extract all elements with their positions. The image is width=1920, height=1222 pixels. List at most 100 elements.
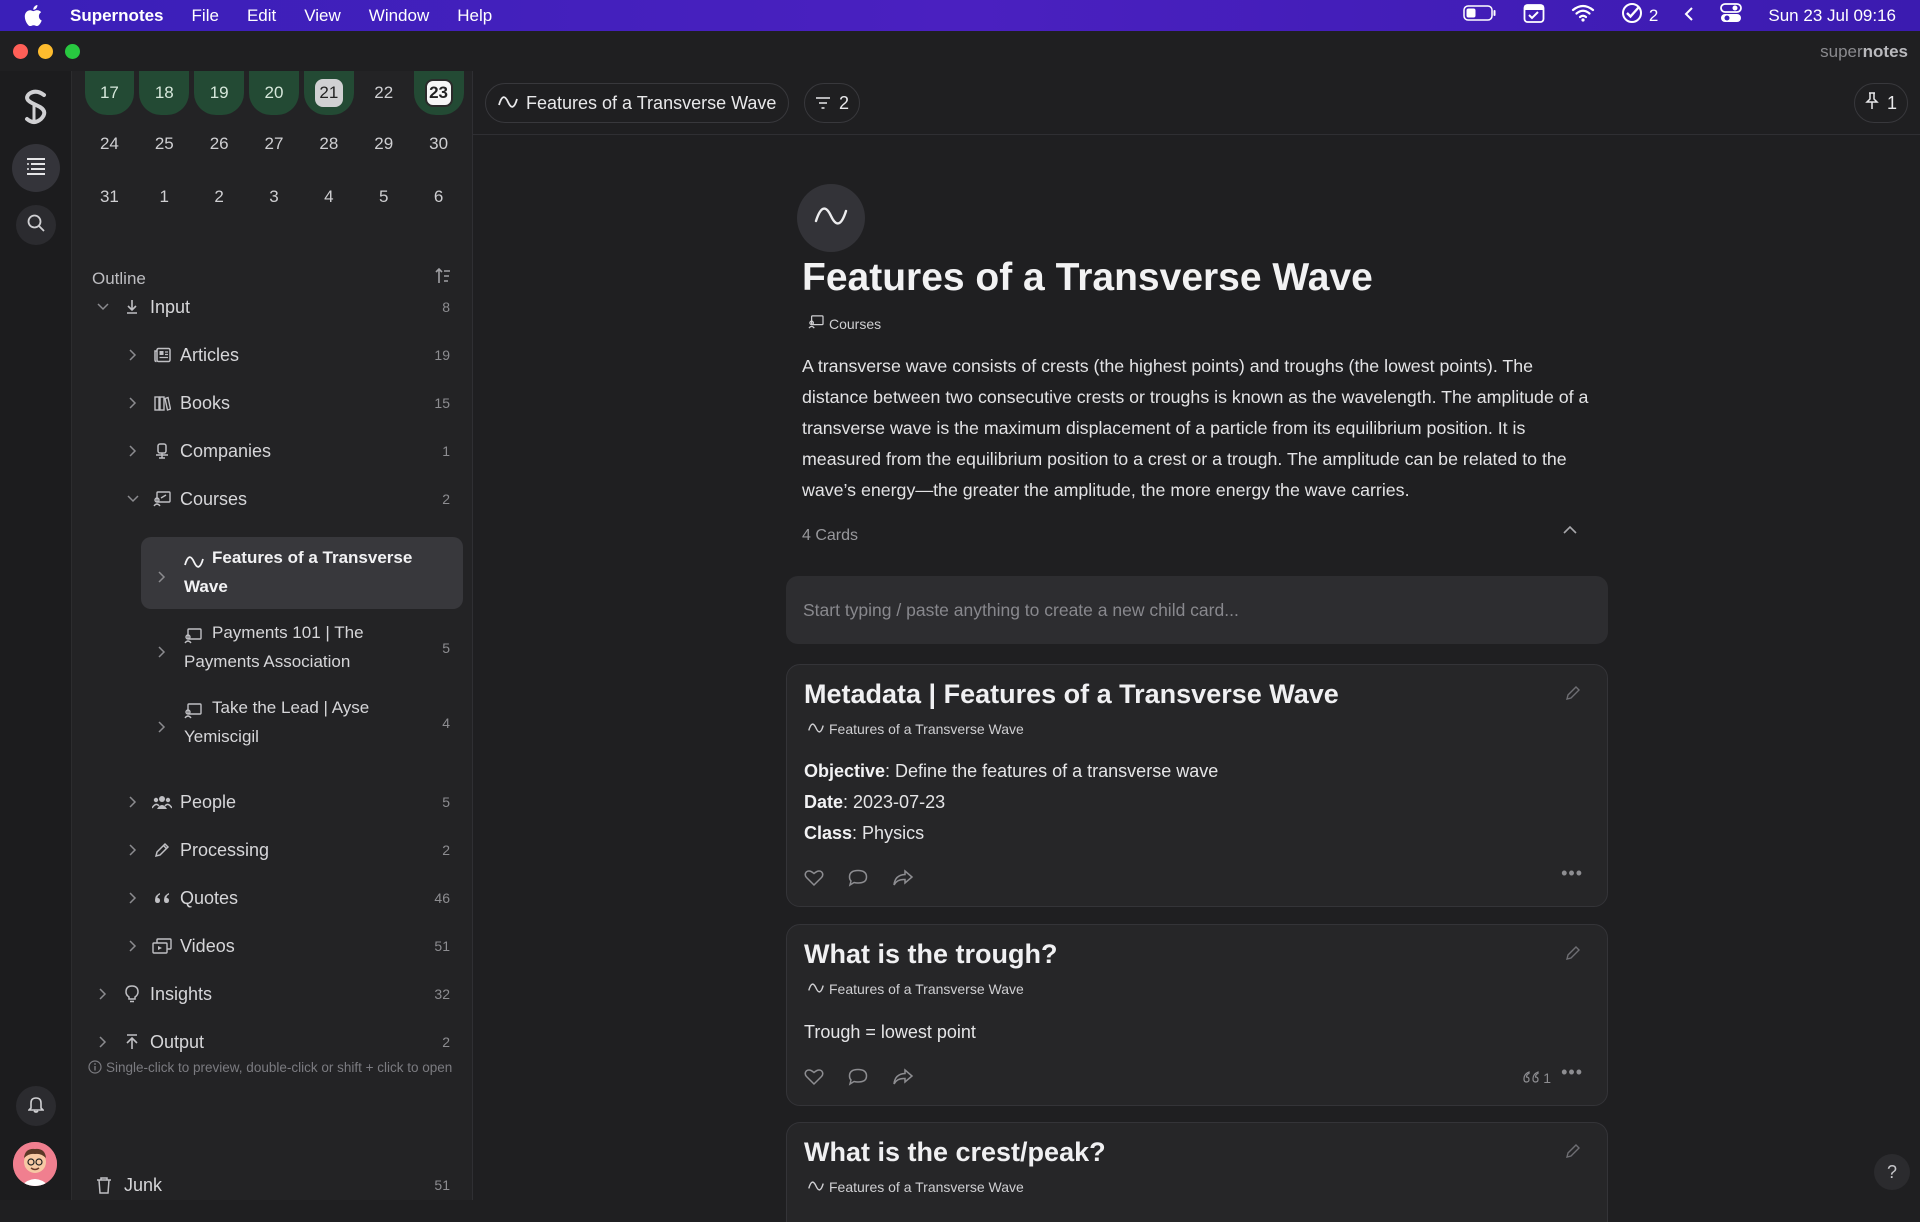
page-body[interactable]: A transverse wave consists of crests (th…	[802, 351, 1602, 506]
quote-count[interactable]: 1	[1523, 1070, 1551, 1086]
chevron-right-icon[interactable]	[126, 891, 140, 905]
wifi-icon[interactable]	[1571, 4, 1595, 27]
tree-item-articles[interactable]: Articles 19	[72, 335, 472, 375]
supernotes-logo-icon[interactable]	[22, 89, 50, 125]
heart-icon[interactable]	[804, 869, 824, 892]
pinned-button[interactable]: 1	[1853, 83, 1908, 123]
card-parent-tag[interactable]: Features of a Transverse Wave	[808, 1179, 1024, 1195]
calendar-day[interactable]: 25	[137, 122, 192, 166]
chevron-down-icon[interactable]	[126, 492, 140, 506]
apple-icon[interactable]	[24, 5, 50, 26]
calendar-day-label: 6	[433, 187, 444, 206]
tree-item-input[interactable]: Input 8	[72, 287, 472, 327]
edit-pencil-icon[interactable]	[1565, 1143, 1581, 1164]
chevron-right-icon[interactable]	[96, 987, 110, 1001]
page-title[interactable]: Features of a Transverse Wave	[802, 256, 1373, 300]
tree-item-courses[interactable]: Courses 2	[72, 479, 472, 519]
menubar-clock[interactable]: Sun 23 Jul 09:16	[1768, 6, 1896, 26]
chevron-right-icon[interactable]	[126, 843, 140, 857]
card-parent-tag[interactable]: Features of a Transverse Wave	[808, 981, 1024, 997]
calendar-day[interactable]: 30	[411, 122, 466, 166]
menu-edit[interactable]: Edit	[247, 6, 276, 26]
more-options-icon[interactable]: •••	[1561, 1062, 1583, 1083]
breadcrumb-card-button[interactable]: Features of a Transverse Wave	[485, 83, 790, 123]
calendar-day[interactable]: 6	[411, 175, 466, 219]
control-center-icon[interactable]	[1720, 3, 1743, 28]
new-child-card-input[interactable]: Start typing / paste anything to create …	[786, 576, 1608, 644]
calendar-day[interactable]: 17	[84, 71, 135, 115]
calendar-day[interactable]: 27	[247, 122, 302, 166]
tree-item-quotes[interactable]: Quotes 46	[72, 878, 472, 918]
comment-icon[interactable]	[848, 1068, 868, 1091]
calendar-day[interactable]: 18	[139, 71, 190, 115]
app-menu[interactable]: Supernotes	[70, 6, 164, 26]
child-card[interactable]: What is the trough? Features of a Transv…	[786, 924, 1608, 1106]
calendar-day[interactable]: 1	[137, 175, 192, 219]
user-avatar[interactable]	[13, 1142, 57, 1186]
outline-view-button[interactable]	[12, 144, 60, 192]
calendar-day[interactable]: 28	[301, 122, 356, 166]
calendar-day-today[interactable]: 23	[413, 71, 464, 115]
tree-item-insights[interactable]: Insights 32	[72, 974, 472, 1014]
chevron-up-icon[interactable]	[1562, 522, 1582, 542]
tree-item-output[interactable]: Output 2	[72, 1022, 472, 1062]
tree-item-videos[interactable]: Videos 51	[72, 926, 472, 966]
heart-icon[interactable]	[804, 1068, 824, 1091]
calendar-day[interactable]: 31	[82, 175, 137, 219]
menu-file[interactable]: File	[192, 6, 219, 26]
calendar-day[interactable]: 2	[192, 175, 247, 219]
battery-icon[interactable]	[1463, 5, 1497, 26]
chevron-right-icon[interactable]	[96, 1035, 110, 1049]
calendar-day[interactable]: 19	[194, 71, 245, 115]
junk-folder[interactable]: Junk 51	[72, 1165, 472, 1205]
tasks-status[interactable]: 2	[1621, 2, 1658, 29]
calendar-check-icon[interactable]	[1523, 2, 1545, 29]
calendar-day-label: 27	[264, 134, 284, 153]
share-icon[interactable]	[892, 869, 914, 892]
chevron-right-icon[interactable]	[126, 795, 140, 809]
chevron-right-icon[interactable]	[126, 396, 140, 410]
more-options-icon[interactable]: •••	[1561, 863, 1583, 884]
close-window-button[interactable]	[13, 44, 28, 59]
minimize-window-button[interactable]	[38, 44, 53, 59]
chevron-right-icon[interactable]	[158, 713, 166, 742]
chevron-right-icon[interactable]	[158, 563, 166, 592]
tree-item-companies[interactable]: Companies 1	[72, 431, 472, 471]
tree-item-people[interactable]: People 5	[72, 782, 472, 822]
calendar-day[interactable]: 26	[192, 122, 247, 166]
menu-view[interactable]: View	[304, 6, 341, 26]
calendar-day-label: 28	[319, 134, 339, 153]
calendar-day[interactable]: 20	[249, 71, 299, 115]
chevron-right-icon[interactable]	[158, 638, 166, 667]
tree-item-processing[interactable]: Processing 2	[72, 830, 472, 870]
calendar-day[interactable]: 29	[356, 122, 411, 166]
chevron-right-icon[interactable]	[126, 444, 140, 458]
search-button[interactable]	[16, 205, 56, 245]
calendar-day[interactable]: 5	[356, 175, 411, 219]
card-icon[interactable]	[797, 184, 865, 252]
share-icon[interactable]	[892, 1068, 914, 1091]
edit-pencil-icon[interactable]	[1565, 945, 1581, 966]
card-parent-tag[interactable]: Features of a Transverse Wave	[808, 721, 1024, 737]
chevron-right-icon[interactable]	[126, 348, 140, 362]
calendar-day[interactable]: 22	[356, 71, 411, 115]
comment-icon[interactable]	[848, 869, 868, 892]
tree-item-books[interactable]: Books 15	[72, 383, 472, 423]
calendar-day[interactable]: 3	[247, 175, 302, 219]
chevron-down-icon[interactable]	[96, 300, 110, 314]
zoom-window-button[interactable]	[65, 44, 80, 59]
notifications-button[interactable]	[16, 1086, 56, 1126]
calendar-day[interactable]: 24	[82, 122, 137, 166]
filter-button[interactable]: 2	[804, 83, 861, 123]
calendar-day[interactable]: 21	[303, 71, 354, 115]
chevron-right-icon[interactable]	[126, 939, 140, 953]
edit-pencil-icon[interactable]	[1565, 685, 1581, 706]
help-button[interactable]: ?	[1874, 1154, 1910, 1190]
menu-window[interactable]: Window	[369, 6, 429, 26]
child-card[interactable]: What is the crest/peak? Features of a Tr…	[786, 1122, 1608, 1222]
menu-help[interactable]: Help	[457, 6, 492, 26]
parent-tag[interactable]: Courses	[808, 315, 881, 332]
chevron-left-icon[interactable]	[1684, 6, 1694, 26]
calendar-day[interactable]: 4	[301, 175, 356, 219]
child-card[interactable]: Metadata | Features of a Transverse Wave…	[786, 664, 1608, 907]
